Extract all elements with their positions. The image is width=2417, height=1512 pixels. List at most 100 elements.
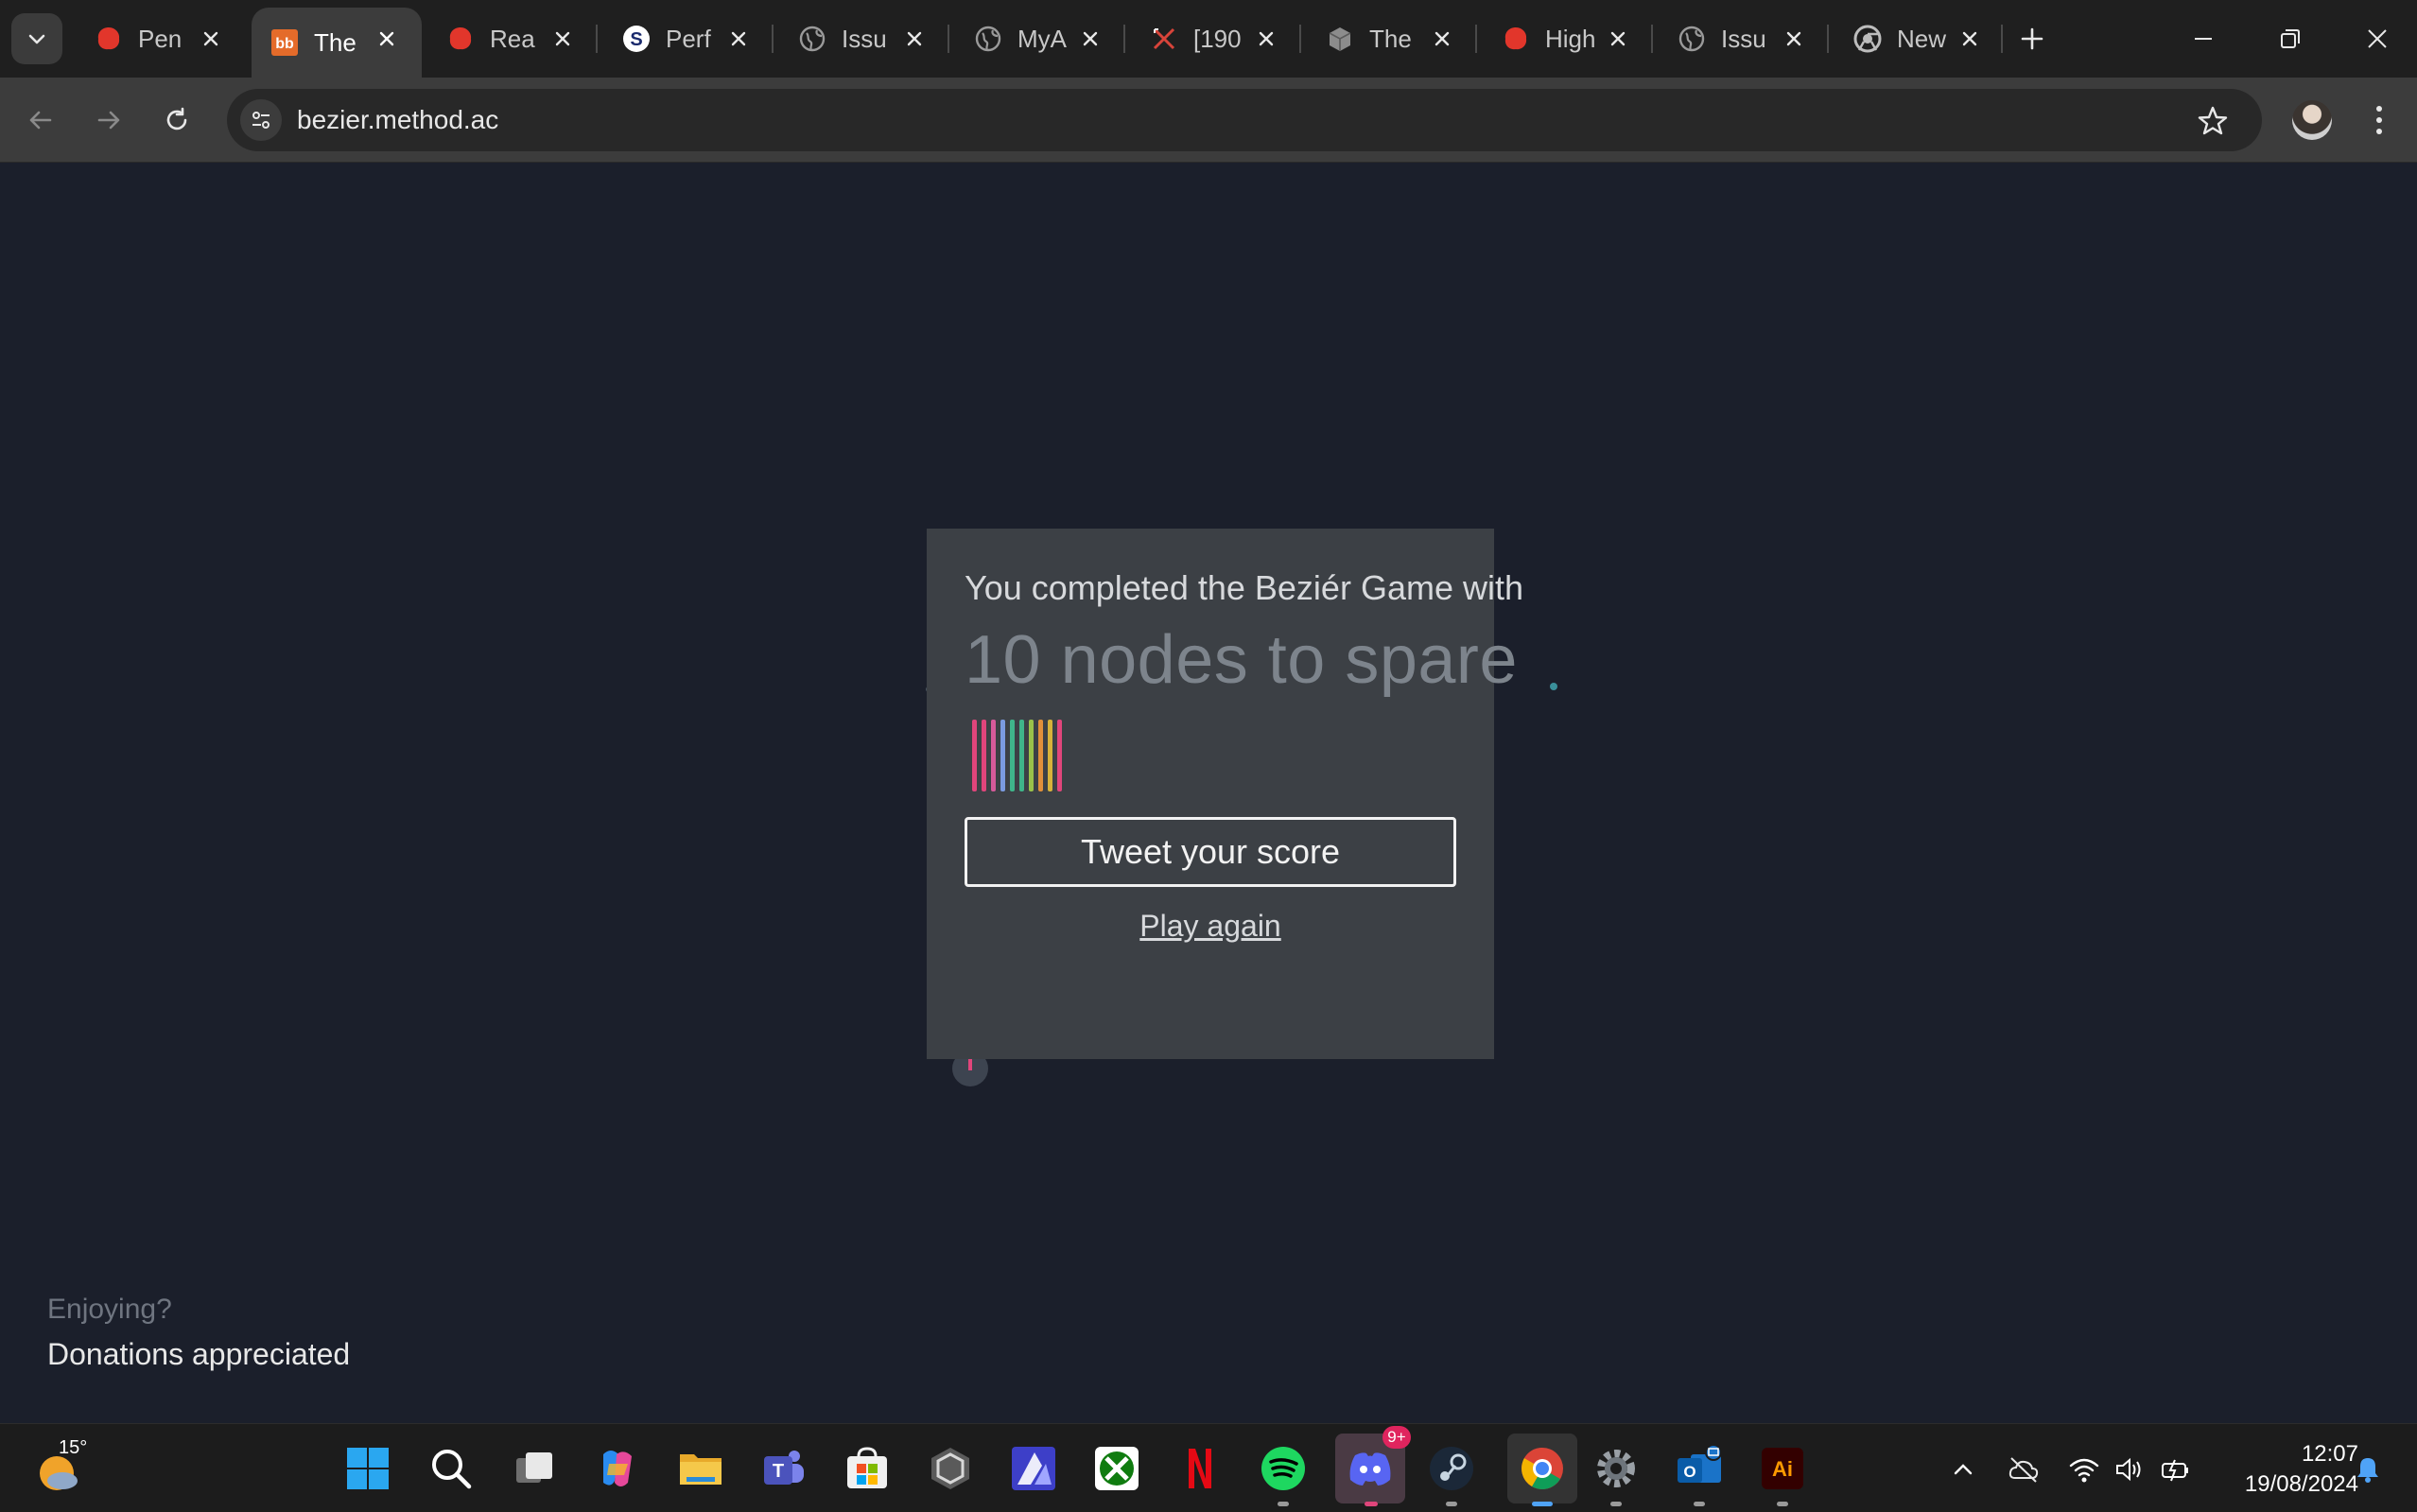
chevron-down-icon xyxy=(28,34,45,44)
tab-title: High xyxy=(1545,24,1596,53)
show-hidden-icons-button[interactable] xyxy=(1946,1452,1980,1486)
tab-title: Rea xyxy=(490,24,535,53)
close-icon[interactable] xyxy=(1428,25,1456,53)
close-icon[interactable] xyxy=(1252,25,1280,53)
browser-tab-strip: Pen bb The Rea S Perf Issu MyA [190 The … xyxy=(0,0,2417,78)
windows-taskbar: 15° T 9+ O Ai 12:07 19/08/2024 xyxy=(0,1423,2417,1512)
svg-text:O: O xyxy=(1683,1463,1695,1481)
store-icon[interactable] xyxy=(842,1443,893,1494)
donation-section: Enjoying? Donations appreciated xyxy=(47,1294,350,1372)
wifi-icon[interactable] xyxy=(2067,1452,2101,1486)
svg-text:bb: bb xyxy=(275,36,294,52)
close-icon[interactable] xyxy=(724,25,753,53)
forward-button[interactable] xyxy=(85,96,132,144)
spare-nodes-bars xyxy=(972,720,1086,791)
tab-separator xyxy=(2001,25,2003,53)
browser-menu-button[interactable] xyxy=(2360,98,2398,142)
close-icon[interactable] xyxy=(197,25,225,53)
tab-rea[interactable]: Rea xyxy=(427,8,598,70)
red-blob-icon xyxy=(95,25,123,53)
close-icon[interactable] xyxy=(373,25,401,53)
close-icon[interactable] xyxy=(1604,25,1632,53)
globe-icon xyxy=(798,25,826,53)
minimize-button[interactable] xyxy=(2175,13,2232,64)
spare-node-bar xyxy=(1010,720,1015,791)
system-clock[interactable]: 12:07 19/08/2024 xyxy=(2245,1439,2358,1500)
restore-icon xyxy=(2281,29,2300,48)
site-info-button[interactable] xyxy=(240,99,282,141)
outlook-icon[interactable]: O xyxy=(1674,1443,1725,1494)
tab-title: The xyxy=(1369,24,1412,53)
svg-text:T: T xyxy=(773,1461,784,1482)
spare-node-bar xyxy=(1038,720,1043,791)
reload-button[interactable] xyxy=(153,96,200,144)
start-icon[interactable] xyxy=(342,1443,393,1494)
discord-icon[interactable]: 9+ xyxy=(1335,1426,1411,1503)
restore-button[interactable] xyxy=(2262,13,2319,64)
bookmark-button[interactable] xyxy=(2194,102,2232,140)
task-view-icon[interactable] xyxy=(509,1443,560,1494)
new-tab-button[interactable] xyxy=(2012,19,2052,59)
running-indicator xyxy=(1278,1502,1289,1506)
onedrive-offline-icon[interactable] xyxy=(2007,1452,2041,1486)
tab-190[interactable]: [190 xyxy=(1131,8,1301,70)
tab-search-button[interactable] xyxy=(11,13,62,64)
close-icon[interactable] xyxy=(900,25,929,53)
arrow-right-icon xyxy=(97,111,120,130)
tab-separator xyxy=(948,25,949,53)
tab-title: New xyxy=(1897,24,1947,53)
illustrator-icon[interactable]: Ai xyxy=(1757,1443,1808,1494)
settings-icon[interactable] xyxy=(1591,1443,1642,1494)
running-indicator xyxy=(1446,1502,1457,1506)
tab-pen[interactable]: Pen xyxy=(76,8,246,70)
netflix-icon[interactable] xyxy=(1174,1443,1226,1494)
file-explorer-icon[interactable] xyxy=(675,1443,726,1494)
close-icon[interactable] xyxy=(548,25,577,53)
teams-icon[interactable]: T xyxy=(758,1443,809,1494)
tab-title: Issu xyxy=(1721,24,1766,53)
volume-icon[interactable] xyxy=(2113,1452,2147,1486)
tab-title: The xyxy=(314,27,356,57)
tab-title: Perf xyxy=(666,24,711,53)
tweet-score-button[interactable]: Tweet your score xyxy=(965,817,1456,887)
search-icon[interactable] xyxy=(426,1443,477,1494)
play-again-link[interactable]: Play again xyxy=(927,909,1494,944)
donation-question: Enjoying? xyxy=(47,1294,172,1325)
close-icon[interactable] xyxy=(1076,25,1104,53)
close-window-button[interactable] xyxy=(2349,13,2406,64)
tab-the-cube[interactable]: The xyxy=(1307,8,1477,70)
xbox-icon[interactable] xyxy=(1091,1443,1142,1494)
clock-time: 12:07 xyxy=(2301,1441,2358,1467)
copilot-icon[interactable] xyxy=(592,1443,643,1494)
star-icon xyxy=(2198,106,2228,135)
tune-icon xyxy=(252,112,270,129)
back-button[interactable] xyxy=(17,96,64,144)
tab-perf[interactable]: S Perf xyxy=(603,8,774,70)
tab-high[interactable]: High xyxy=(1483,8,1653,70)
running-indicator xyxy=(1777,1502,1788,1506)
address-bar[interactable]: bezier.method.ac xyxy=(227,89,2262,151)
url-text[interactable]: bezier.method.ac xyxy=(297,105,498,135)
tab-issu-2[interactable]: Issu xyxy=(1659,8,1829,70)
tab-separator xyxy=(596,25,598,53)
spotify-icon[interactable] xyxy=(1258,1443,1309,1494)
close-icon[interactable] xyxy=(1780,25,1808,53)
tab-title: [190 xyxy=(1193,24,1242,53)
tab-new[interactable]: New xyxy=(1834,8,2005,70)
tab-separator xyxy=(1651,25,1653,53)
chrome-icon[interactable] xyxy=(1507,1434,1577,1503)
tab-separator xyxy=(1475,25,1477,53)
steam-icon[interactable] xyxy=(1426,1443,1477,1494)
notifications-bell-icon[interactable] xyxy=(2351,1452,2385,1486)
tab-separator xyxy=(772,25,774,53)
tab-bezier-game[interactable]: bb The xyxy=(252,8,422,78)
close-icon[interactable] xyxy=(1956,25,1984,53)
battery-charging-icon[interactable] xyxy=(2158,1452,2192,1486)
unity-icon[interactable] xyxy=(925,1443,976,1494)
tab-mya[interactable]: MyA xyxy=(955,8,1125,70)
profile-avatar[interactable] xyxy=(2292,100,2332,140)
spare-node-bar xyxy=(1000,720,1005,791)
donations-link[interactable]: Donations appreciated xyxy=(47,1337,350,1372)
tab-issu[interactable]: Issu xyxy=(779,8,949,70)
affinity-icon[interactable] xyxy=(1008,1443,1059,1494)
